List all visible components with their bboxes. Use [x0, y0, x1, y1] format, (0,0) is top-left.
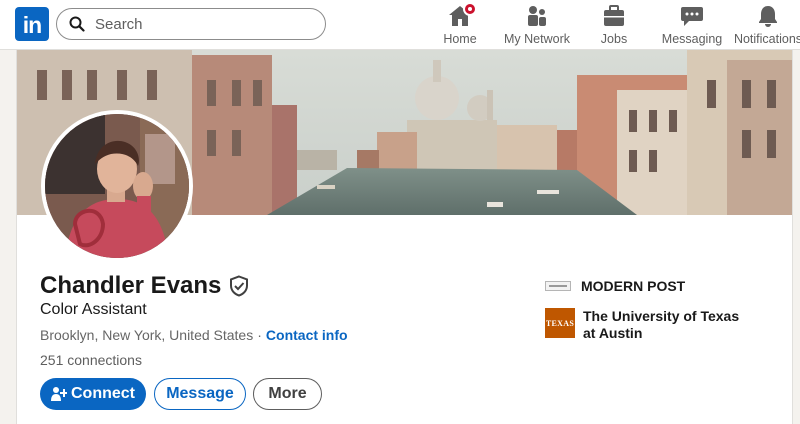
nav-home-label: Home: [443, 32, 477, 46]
location-row: Brooklyn, New York, United States · Cont…: [40, 327, 348, 343]
nav-messaging[interactable]: Messaging: [661, 4, 723, 46]
nav-jobs-label: Jobs: [600, 32, 628, 46]
connect-button-label: Connect: [71, 385, 135, 402]
nav-my-network-label: My Network: [504, 32, 570, 46]
search-icon: [69, 16, 85, 32]
contact-info-link[interactable]: Contact info: [266, 327, 348, 343]
university-logo: TEXAS: [545, 308, 575, 338]
search-bar[interactable]: [56, 8, 326, 40]
company-logo: [545, 281, 571, 291]
more-button[interactable]: More: [253, 378, 322, 410]
profile-card: Chandler Evans Color Assistant Brooklyn,…: [16, 50, 793, 424]
more-button-label: More: [268, 385, 307, 402]
profile-photo[interactable]: [41, 110, 193, 262]
linkedin-logo[interactable]: in: [15, 7, 49, 41]
current-company[interactable]: MODERN POST: [545, 278, 685, 294]
message-button[interactable]: Message: [154, 378, 246, 410]
nav-notifications[interactable]: Notifications: [733, 4, 800, 46]
top-nav: in Home My Network: [0, 0, 800, 50]
bell-icon: [759, 6, 777, 27]
verified-shield-icon[interactable]: [229, 275, 249, 297]
connect-button[interactable]: Connect: [40, 378, 146, 410]
profile-location: Brooklyn, New York, United States: [40, 327, 254, 343]
add-person-icon: [51, 387, 67, 401]
profile-headline: Color Assistant: [40, 301, 147, 318]
message-button-label: Message: [166, 385, 234, 402]
company-name: MODERN POST: [581, 278, 686, 294]
search-input[interactable]: [95, 15, 295, 33]
nav-messaging-label: Messaging: [661, 32, 723, 46]
profile-name: Chandler Evans: [40, 272, 222, 299]
briefcase-icon: [604, 5, 624, 26]
connections-count[interactable]: 251 connections: [40, 352, 142, 368]
nav-home[interactable]: Home: [443, 2, 477, 46]
education[interactable]: TEXAS The University of Texas at Austin: [545, 308, 753, 342]
nav-my-network[interactable]: My Network: [504, 4, 570, 46]
separator: ·: [257, 327, 262, 343]
network-icon: [528, 6, 546, 26]
university-name: The University of Texas at Austin: [583, 308, 740, 341]
name-row: Chandler Evans: [40, 272, 249, 300]
notification-badge: [463, 2, 477, 16]
nav-jobs[interactable]: Jobs: [600, 4, 628, 46]
nav-notifications-label: Notifications: [733, 32, 800, 46]
messaging-icon: [681, 7, 703, 26]
